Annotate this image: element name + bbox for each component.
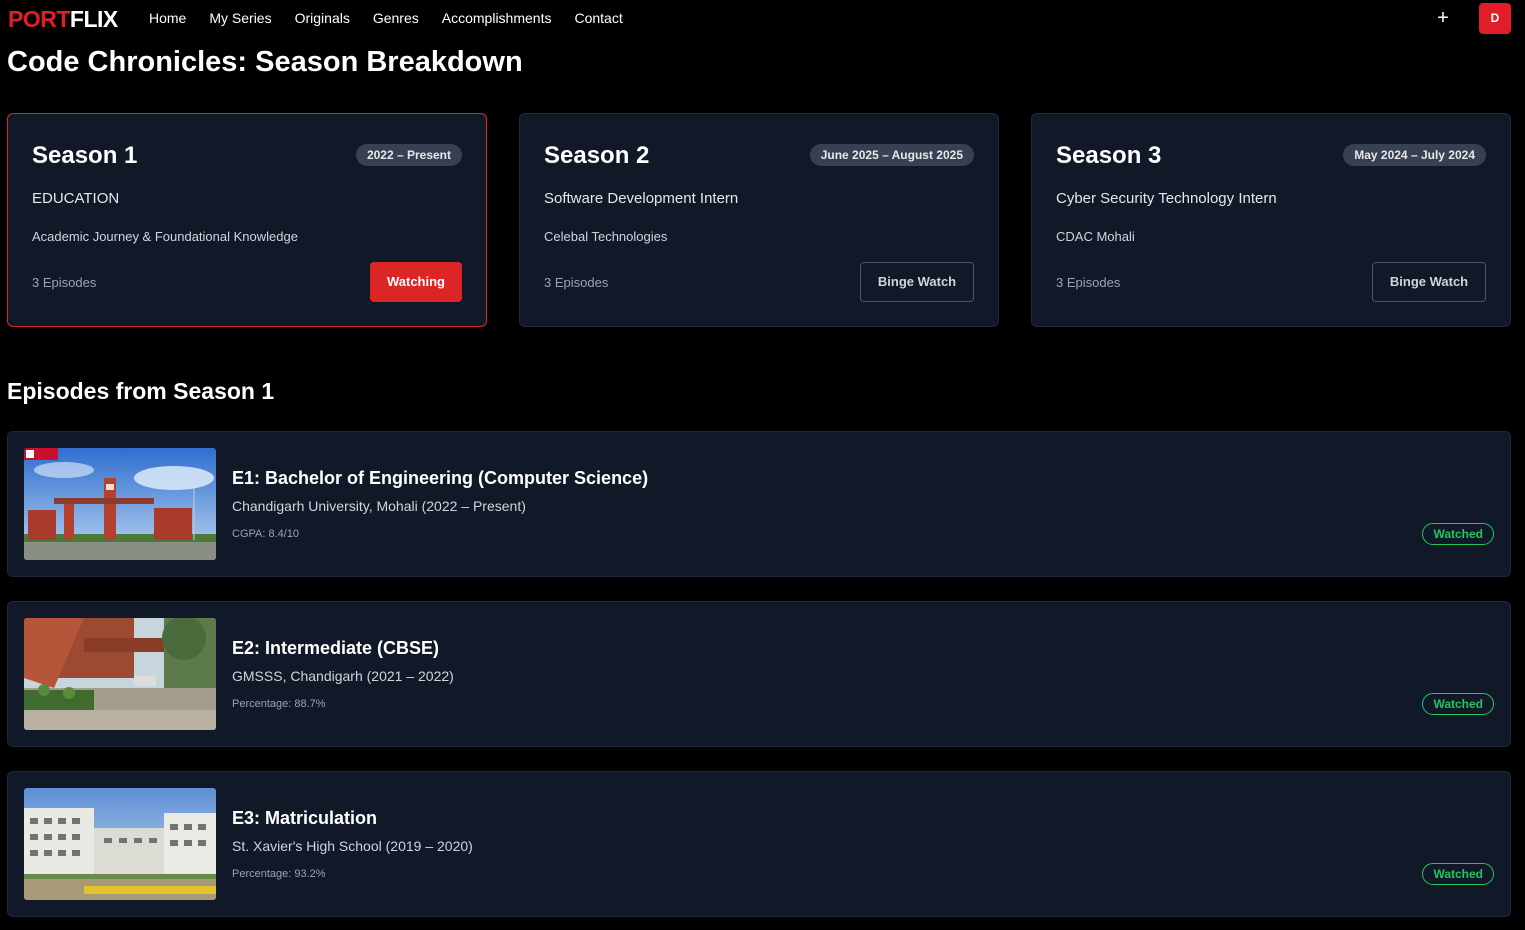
episodes-section-title: Episodes from Season 1 xyxy=(7,378,275,404)
binge-watch-button[interactable]: Binge Watch xyxy=(860,262,974,302)
watched-badge: Watched xyxy=(1422,693,1494,715)
binge-watch-button[interactable]: Binge Watch xyxy=(1372,262,1486,302)
season-episode-count: 3 Episodes xyxy=(32,275,97,290)
page-title: Code Chronicles: Season Breakdown xyxy=(7,46,523,78)
school-building-image xyxy=(24,618,216,730)
episode-thumbnail-university xyxy=(24,448,216,560)
nav-links: Home My Series Originals Genres Accompli… xyxy=(149,10,646,26)
watched-badge: Watched xyxy=(1422,863,1494,885)
season-role: Cyber Security Technology Intern xyxy=(1056,190,1277,207)
nav-link-originals[interactable]: Originals xyxy=(295,10,350,26)
season-date-badge: June 2025 – August 2025 xyxy=(809,144,974,166)
watching-button[interactable]: Watching xyxy=(370,262,462,302)
nav-link-contact[interactable]: Contact xyxy=(574,10,622,26)
season-date-badge: May 2024 – July 2024 xyxy=(1343,144,1486,166)
season-card-1[interactable]: Season 1 2022 – Present EDUCATION Academ… xyxy=(7,113,487,327)
episode-card-2[interactable]: E2: Intermediate (CBSE) GMSSS, Chandigar… xyxy=(7,601,1511,747)
episode-meta: Percentage: 88.7% xyxy=(232,698,326,710)
episode-title: E3: Matriculation xyxy=(232,808,378,828)
brand-logo[interactable]: PORTFLIX xyxy=(8,6,118,33)
season-card-3[interactable]: Season 3 May 2024 – July 2024 Cyber Secu… xyxy=(1031,113,1511,327)
episode-meta: Percentage: 93.2% xyxy=(232,868,326,880)
season-episode-count: 3 Episodes xyxy=(544,275,609,290)
season-org: Academic Journey & Foundational Knowledg… xyxy=(32,229,298,244)
university-gate-image xyxy=(24,448,216,560)
episode-subtitle: Chandigarh University, Mohali (2022 – Pr… xyxy=(232,498,526,514)
episode-card-3[interactable]: E3: Matriculation St. Xavier's High Scho… xyxy=(7,771,1511,917)
season-name: Season 1 xyxy=(32,142,138,169)
season-role: Software Development Intern xyxy=(544,190,739,207)
episode-meta: CGPA: 8.4/10 xyxy=(232,528,300,540)
season-episode-count: 3 Episodes xyxy=(1056,275,1121,290)
high-school-building-image xyxy=(24,788,216,900)
nav-link-accomplishments[interactable]: Accomplishments xyxy=(442,10,552,26)
avatar[interactable]: D xyxy=(1479,3,1511,34)
season-date-badge: 2022 – Present xyxy=(355,144,462,166)
season-name: Season 2 xyxy=(544,142,650,169)
logo-part-port: PORT xyxy=(8,6,70,32)
episode-title: E1: Bachelor of Engineering (Computer Sc… xyxy=(232,468,649,488)
episode-thumbnail-high-school xyxy=(24,788,216,900)
season-name: Season 3 xyxy=(1056,142,1162,169)
top-nav: PORTFLIX Home My Series Originals Genres… xyxy=(0,0,1525,38)
nav-link-genres[interactable]: Genres xyxy=(373,10,419,26)
logo-part-flix: FLIX xyxy=(69,6,118,32)
watched-badge: Watched xyxy=(1422,523,1494,545)
season-org: CDAC Mohali xyxy=(1056,229,1135,244)
episode-thumbnail-school xyxy=(24,618,216,730)
season-card-2[interactable]: Season 2 June 2025 – August 2025 Softwar… xyxy=(519,113,999,327)
episode-card-1[interactable]: E1: Bachelor of Engineering (Computer Sc… xyxy=(7,431,1511,577)
season-org: Celebal Technologies xyxy=(544,229,668,244)
plus-icon[interactable]: + xyxy=(1434,6,1452,30)
episode-subtitle: St. Xavier's High School (2019 – 2020) xyxy=(232,838,473,854)
episode-title: E2: Intermediate (CBSE) xyxy=(232,638,440,658)
episode-subtitle: GMSSS, Chandigarh (2021 – 2022) xyxy=(232,668,454,684)
season-role: EDUCATION xyxy=(32,190,120,207)
nav-link-home[interactable]: Home xyxy=(149,10,186,26)
nav-link-my-series[interactable]: My Series xyxy=(209,10,271,26)
